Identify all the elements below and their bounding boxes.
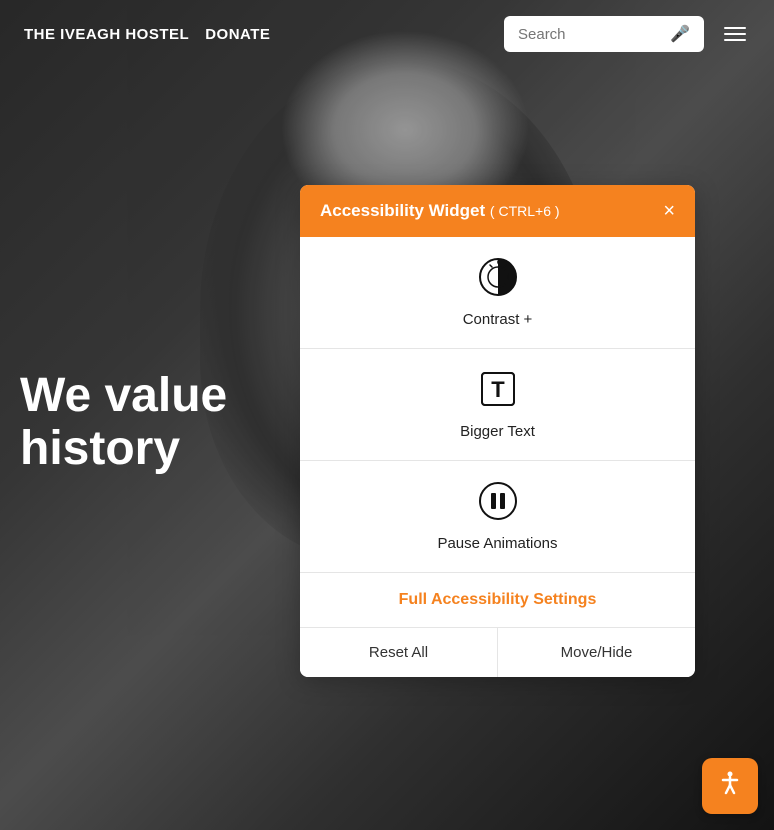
bigger-text-icon: T [478, 369, 518, 415]
microphone-icon[interactable]: 🎤 [670, 24, 690, 44]
hero-line1: We value [20, 370, 227, 423]
bigger-text-label: Bigger Text [460, 423, 535, 440]
widget-close-button[interactable]: × [663, 201, 675, 221]
full-settings-label: Full Accessibility Settings [399, 591, 597, 609]
search-box[interactable]: 🎤 [504, 16, 704, 52]
svg-text:T: T [491, 377, 505, 402]
widget-item-pause-animations[interactable]: Pause Animations [300, 461, 695, 573]
contrast-label: Contrast + [463, 311, 533, 328]
widget-footer: Reset All Move/Hide [300, 628, 695, 677]
pause-animations-label: Pause Animations [437, 535, 557, 552]
accessibility-fab-icon [716, 769, 744, 804]
accessibility-widget: Accessibility Widget ( CTRL+6 ) × Contra… [300, 185, 695, 677]
widget-header: Accessibility Widget ( CTRL+6 ) × [300, 185, 695, 237]
search-input[interactable] [518, 26, 662, 43]
reset-all-button[interactable]: Reset All [300, 628, 498, 677]
widget-item-contrast[interactable]: Contrast + [300, 237, 695, 349]
full-accessibility-settings-link[interactable]: Full Accessibility Settings [300, 573, 695, 628]
donate-link[interactable]: DONATE [205, 26, 270, 43]
hero-text: We value history [0, 370, 227, 476]
move-hide-button[interactable]: Move/Hide [498, 628, 695, 677]
widget-title: Accessibility Widget ( CTRL+6 ) [320, 201, 560, 221]
contrast-icon [478, 257, 518, 303]
hamburger-menu-icon[interactable] [720, 23, 750, 45]
navbar: THE IVEAGH HOSTEL DONATE 🎤 [0, 0, 774, 68]
widget-body: Contrast + T Bigger Text [300, 237, 695, 677]
hero-line2: history [20, 423, 227, 476]
widget-shortcut: ( CTRL+6 ) [490, 203, 560, 219]
widget-item-bigger-text[interactable]: T Bigger Text [300, 349, 695, 461]
pause-animations-icon [478, 481, 518, 527]
site-title: THE IVEAGH HOSTEL [24, 26, 189, 43]
accessibility-fab-button[interactable] [702, 758, 758, 814]
